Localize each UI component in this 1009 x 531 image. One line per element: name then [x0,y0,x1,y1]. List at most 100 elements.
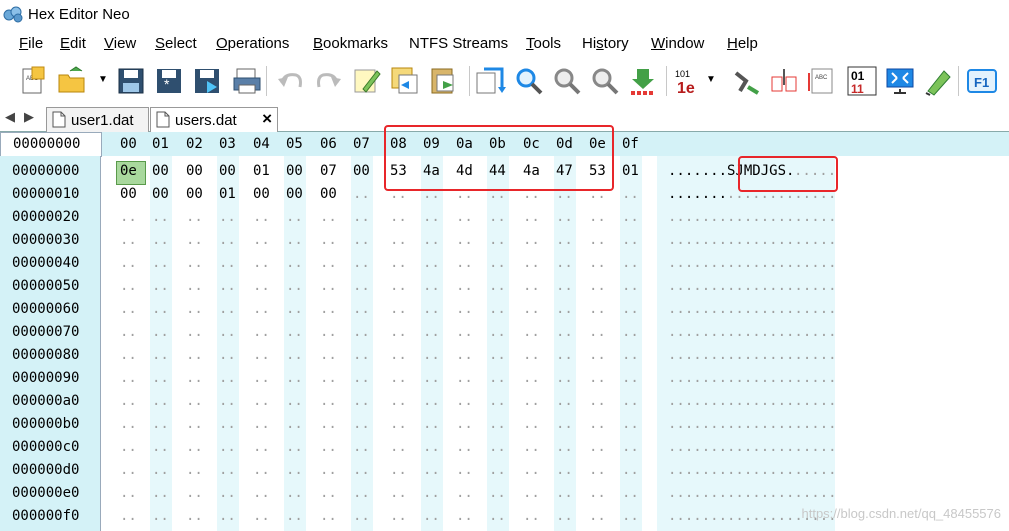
empty-byte[interactable]: .. [353,324,370,340]
empty-byte[interactable]: .. [320,416,337,432]
empty-byte[interactable]: .. [622,485,639,501]
empty-byte[interactable]: .. [353,485,370,501]
empty-byte[interactable]: .. [253,324,270,340]
empty-byte[interactable]: .. [423,393,440,409]
empty-byte[interactable]: .. [152,393,169,409]
row-address[interactable]: 00000050 [12,278,79,294]
empty-byte[interactable]: .. [219,324,236,340]
empty-byte[interactable]: .. [523,416,540,432]
empty-byte[interactable]: .. [456,462,473,478]
hex-byte[interactable]: 01 [253,163,270,179]
empty-byte[interactable]: .. [286,324,303,340]
empty-byte[interactable]: .. [489,370,506,386]
empty-byte[interactable]: .. [489,462,506,478]
empty-byte[interactable]: .. [390,209,407,225]
empty-byte[interactable]: .. [186,485,203,501]
empty-byte[interactable]: .. [589,255,606,271]
hex-byte[interactable]: 01 [622,163,639,179]
empty-byte[interactable]: .. [120,485,137,501]
empty-byte[interactable]: .. [219,485,236,501]
empty-byte[interactable]: .. [120,462,137,478]
empty-byte[interactable]: .. [556,393,573,409]
empty-byte[interactable]: .. [120,416,137,432]
empty-byte[interactable]: .. [489,393,506,409]
empty-byte[interactable]: .. [589,278,606,294]
empty-byte[interactable]: .. [523,324,540,340]
empty-byte[interactable]: .. [589,508,606,524]
hex-byte[interactable]: 00 [353,163,370,179]
new-file-icon[interactable]: ABC [16,65,48,97]
empty-byte[interactable]: .. [286,393,303,409]
row-address[interactable]: 000000c0 [12,439,79,455]
edit-icon[interactable] [351,65,383,97]
empty-byte[interactable]: .. [120,301,137,317]
empty-byte[interactable]: .. [423,508,440,524]
bits-icon[interactable]: 01 11 [846,65,878,97]
empty-byte[interactable]: .. [523,255,540,271]
empty-byte[interactable]: .. [423,324,440,340]
empty-byte[interactable]: .. [390,439,407,455]
empty-byte[interactable]: .. [219,370,236,386]
empty-byte[interactable]: .. [320,370,337,386]
empty-byte[interactable]: .. [186,347,203,363]
tab-scroll-left-icon[interactable]: ◀ [5,109,15,125]
empty-byte[interactable]: .. [390,485,407,501]
empty-byte[interactable]: .. [456,393,473,409]
find-next-icon[interactable] [551,65,583,97]
encoding-icon[interactable] [730,65,762,97]
hex-byte[interactable]: 01 [219,186,236,202]
row-address[interactable]: 000000f0 [12,508,79,524]
row-address[interactable]: 000000d0 [12,462,79,478]
empty-byte[interactable]: .. [622,508,639,524]
empty-byte[interactable]: .. [219,508,236,524]
row-address[interactable]: 00000020 [12,209,79,225]
empty-byte[interactable]: .. [556,232,573,248]
fill-icon[interactable] [627,65,659,97]
empty-byte[interactable]: .. [253,393,270,409]
empty-byte[interactable]: .. [286,508,303,524]
empty-byte[interactable]: .. [353,301,370,317]
empty-byte[interactable]: .. [523,278,540,294]
empty-byte[interactable]: .. [523,439,540,455]
empty-byte[interactable]: .. [353,232,370,248]
row-address[interactable]: 00000060 [12,301,79,317]
empty-byte[interactable]: .. [489,416,506,432]
empty-byte[interactable]: .. [253,370,270,386]
menu-item[interactable]: Bookmarks [313,35,388,52]
row-address[interactable]: 000000a0 [12,393,79,409]
empty-byte[interactable]: .. [523,508,540,524]
empty-byte[interactable]: .. [320,209,337,225]
empty-byte[interactable]: .. [456,255,473,271]
empty-byte[interactable]: .. [589,209,606,225]
empty-byte[interactable]: .. [286,439,303,455]
go-to-icon[interactable] [474,65,506,97]
empty-byte[interactable]: .. [423,462,440,478]
fullscreen-icon[interactable] [884,65,916,97]
empty-byte[interactable]: .. [286,278,303,294]
save-as-icon[interactable] [191,65,223,97]
empty-byte[interactable]: .. [320,301,337,317]
empty-byte[interactable]: .. [622,232,639,248]
empty-byte[interactable]: .. [456,209,473,225]
open-file-icon[interactable] [56,65,88,97]
empty-byte[interactable]: .. [320,324,337,340]
empty-byte[interactable]: .. [152,462,169,478]
empty-byte[interactable]: .. [253,416,270,432]
row-address[interactable]: 000000e0 [12,485,79,501]
empty-byte[interactable]: .. [320,508,337,524]
empty-byte[interactable]: .. [456,370,473,386]
empty-byte[interactable]: .. [589,462,606,478]
empty-byte[interactable]: .. [622,324,639,340]
empty-byte[interactable]: .. [253,439,270,455]
empty-byte[interactable]: .. [489,301,506,317]
empty-byte[interactable]: .. [120,347,137,363]
empty-byte[interactable]: .. [320,347,337,363]
menu-item[interactable]: History [582,35,629,52]
empty-byte[interactable]: .. [556,508,573,524]
empty-byte[interactable]: .. [556,324,573,340]
empty-byte[interactable]: .. [120,209,137,225]
hex-byte[interactable]: 00 [186,163,203,179]
empty-byte[interactable]: .. [286,462,303,478]
empty-byte[interactable]: .. [423,485,440,501]
empty-byte[interactable]: .. [120,278,137,294]
